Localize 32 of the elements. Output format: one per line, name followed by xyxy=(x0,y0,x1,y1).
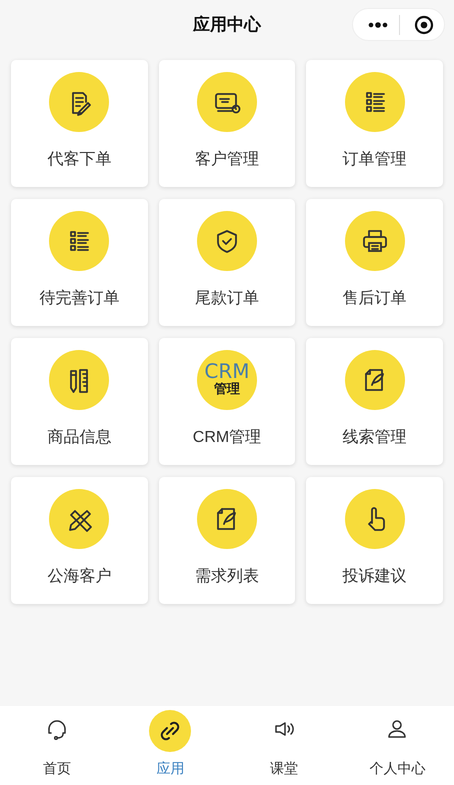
app-tile[interactable]: 线索管理 xyxy=(306,338,443,465)
tile-label: CRM管理 xyxy=(192,428,262,448)
tile-label: 需求列表 xyxy=(194,566,259,587)
tab-item[interactable]: 应用 xyxy=(114,706,227,785)
tab-item[interactable]: 课堂 xyxy=(227,706,340,785)
app-tile[interactable]: 需求列表 xyxy=(158,477,296,604)
app-tile[interactable]: CRM 管理 CRM管理 xyxy=(158,338,296,465)
tile-label: 公海客户 xyxy=(47,566,112,587)
tab-item[interactable]: 个人中心 xyxy=(340,706,454,785)
app-tile[interactable]: 订单管理 xyxy=(306,60,443,187)
tile-label: 客户管理 xyxy=(194,150,259,170)
tile-label: 售后订单 xyxy=(342,288,407,309)
app-tile[interactable]: 商品信息 xyxy=(11,338,148,465)
badge-text: 管理 xyxy=(214,380,240,396)
app-tile[interactable]: 投诉建议 xyxy=(306,477,443,604)
tile-label: 尾款订单 xyxy=(194,289,259,309)
app-tile[interactable]: 尾款订单 xyxy=(158,199,296,326)
page-title: 应用中心 xyxy=(193,14,261,36)
tile-label: 待完善订单 xyxy=(39,288,120,309)
tile-label: 线索管理 xyxy=(342,428,407,448)
tab-item[interactable]: 首页 xyxy=(0,706,114,785)
app-tile[interactable]: 公海客户 xyxy=(11,477,148,604)
app-tile[interactable]: 客户管理 xyxy=(158,60,296,187)
more-icon[interactable] xyxy=(368,22,388,28)
app-tile[interactable]: 待完善订单 xyxy=(11,199,148,326)
tile-label: 商品信息 xyxy=(47,428,112,448)
tile-label: 订单管理 xyxy=(342,150,407,170)
app-tile[interactable]: 代客下单 xyxy=(11,60,148,187)
badge-text: CRM xyxy=(204,360,250,380)
app-tile[interactable]: 售后订单 xyxy=(306,199,443,326)
tile-label: 代客下单 xyxy=(47,150,112,170)
tile-label: 投诉建议 xyxy=(342,566,407,587)
